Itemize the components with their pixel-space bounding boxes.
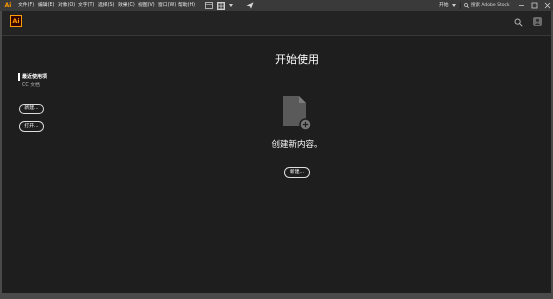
nav-active-indicator <box>18 73 20 81</box>
new-document-icon <box>282 95 314 132</box>
stock-search-input[interactable] <box>471 2 514 9</box>
app-logo: Ai <box>10 15 22 27</box>
search-icon <box>464 3 469 8</box>
menu-object[interactable]: 对象(O) <box>56 0 76 11</box>
menu-bar-divider <box>460 2 461 9</box>
menu-type[interactable]: 文字(T) <box>76 0 96 11</box>
start-screen: 最近使用项 CC 文档 新建... 打开... 开始使用 创建新内容。 新建..… <box>2 36 551 293</box>
menu-help[interactable]: 帮助(H) <box>176 0 196 11</box>
close-icon[interactable] <box>544 2 551 9</box>
menu-window[interactable]: 窗口(W) <box>156 0 176 11</box>
stock-search[interactable] <box>464 2 514 9</box>
menu-select[interactable]: 选择(S) <box>96 0 116 11</box>
workspace-label: 开始 <box>439 3 449 8</box>
sidebar-new-button[interactable]: 新建... <box>19 104 44 114</box>
menu-bar: Ai 文件(F) 编辑(E) 对象(O) 文字(T) 选择(S) 效果(C) 视… <box>0 0 553 11</box>
bridge-icon[interactable] <box>205 2 213 9</box>
workspace-switcher[interactable]: 开始 <box>439 0 456 11</box>
sidebar-open-button[interactable]: 打开... <box>19 121 44 132</box>
empty-state-message: 创建新内容。 <box>271 140 323 150</box>
gpu-performance-icon[interactable] <box>246 2 254 9</box>
arrange-documents-icon[interactable] <box>217 1 225 10</box>
new-button[interactable]: 新建... <box>284 167 310 178</box>
chevron-down-icon <box>451 4 456 7</box>
menu-view[interactable]: 视图(V) <box>136 0 156 11</box>
maximize-icon[interactable] <box>531 2 538 9</box>
menu-effect[interactable]: 效果(C) <box>116 0 136 11</box>
user-icon[interactable] <box>533 17 542 26</box>
app-logo-small: Ai <box>4 2 12 9</box>
menu-edit[interactable]: 编辑(E) <box>36 0 56 11</box>
minimize-icon[interactable] <box>518 2 525 9</box>
menu-file[interactable]: 文件(F) <box>16 0 36 11</box>
main-menu: 文件(F) 编辑(E) 对象(O) 文字(T) 选择(S) 效果(C) 视图(V… <box>16 0 196 11</box>
sidebar-item-cc-documents[interactable]: CC 文档 <box>22 82 40 90</box>
page-title: 开始使用 <box>275 53 319 66</box>
sidebar-item-recent[interactable]: 最近使用项 <box>22 73 47 81</box>
search-icon[interactable] <box>514 18 523 27</box>
chevron-down-icon[interactable] <box>229 4 233 7</box>
app-header: Ai <box>2 11 551 36</box>
